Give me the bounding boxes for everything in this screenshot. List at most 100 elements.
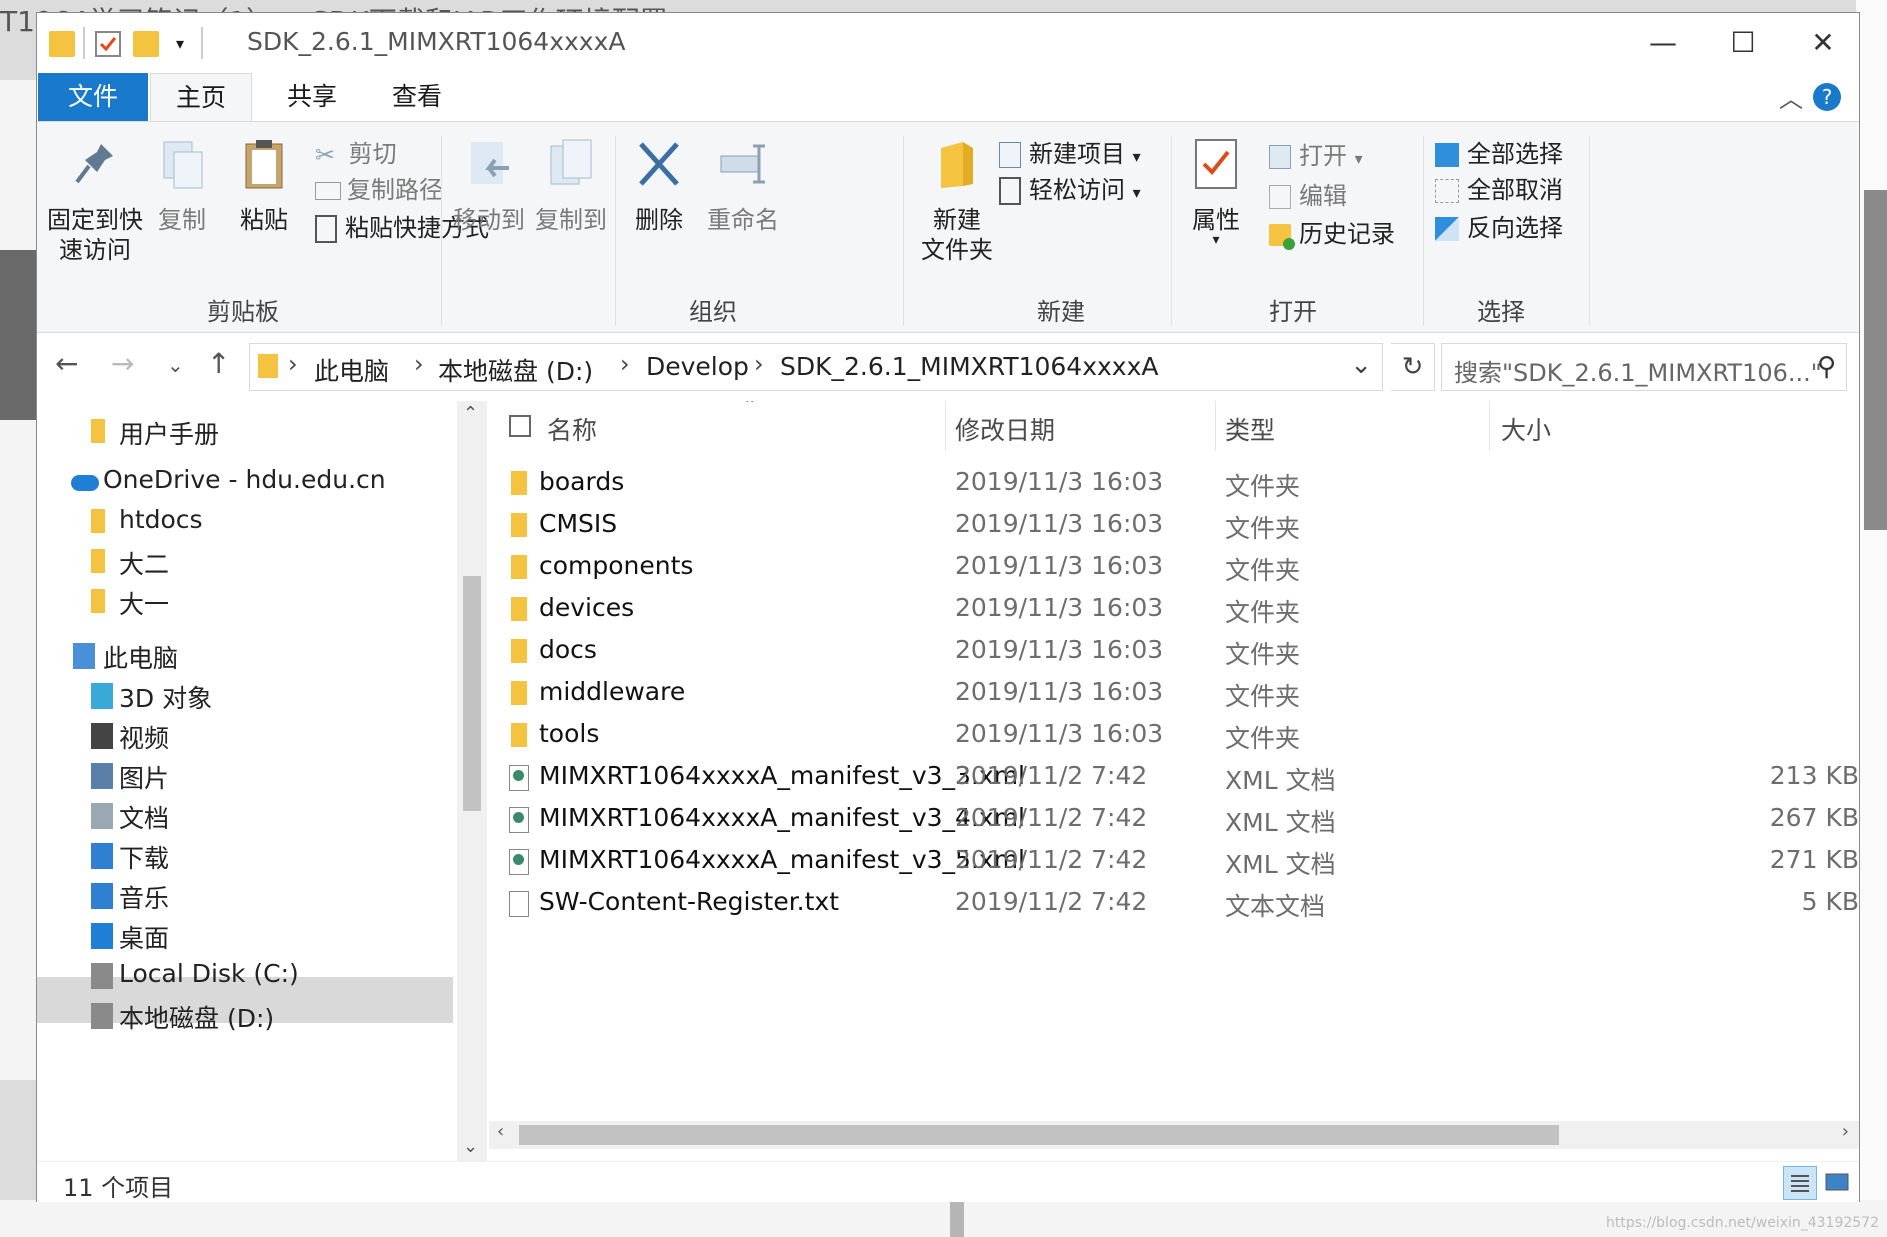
nav-item[interactable]: htdocs [119,505,203,534]
open-button[interactable]: 打开 ▾ [1269,136,1363,171]
copy-path-button[interactable]: 复制路径 [315,170,443,205]
nav-item[interactable]: 3D 对象 [119,679,212,715]
breadcrumb-drive-d[interactable]: 本地磁盘 (D:) [438,352,593,388]
scroll-right-icon[interactable]: › [1842,1121,1849,1142]
column-divider[interactable] [945,401,946,451]
nav-item[interactable]: 音乐 [119,879,169,915]
copy-to-button[interactable]: 复制到 [531,138,611,235]
column-header-size[interactable]: 大小 [1501,411,1551,447]
background-divider [950,1200,964,1237]
move-to-button[interactable]: 移动到 [449,138,529,235]
collapse-ribbon-icon[interactable]: ︿ [1779,79,1803,114]
easy-access-button[interactable]: 轻松访问 ▾ [999,170,1141,205]
nav-item[interactable]: 大二 [119,545,169,581]
scroll-up-icon[interactable]: ⌃ [463,403,478,424]
horizontal-scroll-thumb[interactable] [519,1125,1559,1145]
recent-locations-chevron-icon[interactable]: ⌄ [167,353,184,377]
breadcrumb-chevron-icon[interactable]: › [288,350,298,378]
nav-scroll-thumb[interactable] [463,576,481,811]
breadcrumb-chevron-icon[interactable]: › [754,350,764,378]
search-input[interactable]: 搜索"SDK_2.6.1_MIMXRT106..." [1454,353,1822,388]
up-arrow-icon[interactable]: ↑ [207,347,230,380]
table-row[interactable]: components 2019/11/3 16:03 文件夹 [489,547,1859,589]
rename-icon [720,144,765,184]
tab-view[interactable]: 查看 [367,73,467,121]
nav-item[interactable]: Local Disk (C:) [119,959,299,988]
nav-item[interactable]: 视频 [119,719,169,755]
column-divider[interactable] [1489,401,1490,451]
breadcrumb-chevron-icon[interactable]: › [414,350,424,378]
table-row[interactable]: docs 2019/11/3 16:03 文件夹 [489,631,1859,673]
nav-item[interactable]: 大一 [119,585,169,621]
horizontal-scrollbar[interactable]: ‹ › [489,1121,1859,1149]
new-folder-quick-icon[interactable] [133,31,159,57]
close-button[interactable]: ✕ [1793,23,1853,63]
window-title: SDK_2.6.1_MIMXRT1064xxxxA [247,27,626,56]
details-view-icon[interactable] [1783,1166,1817,1200]
cut-button[interactable]: ✂ 剪切 [315,134,397,169]
table-row[interactable]: SW-Content-Register.txt 2019/11/2 7:42 文本文… [489,883,1859,925]
select-all-checkbox[interactable] [509,415,531,437]
select-none-label: 全部取消 [1467,176,1563,204]
table-row[interactable]: middleware 2019/11/3 16:03 文件夹 [489,673,1859,715]
select-none-icon [1435,179,1459,203]
invert-selection-button[interactable]: 反向选择 [1435,208,1563,243]
column-divider[interactable] [1215,401,1216,451]
scroll-down-icon[interactable]: ⌄ [463,1136,478,1157]
new-folder-button[interactable]: 新建 文件夹 [915,138,999,265]
rename-button[interactable]: 重命名 [701,138,785,235]
refresh-icon[interactable]: ↻ [1391,343,1435,391]
search-box[interactable]: 搜索"SDK_2.6.1_MIMXRT106..." ⚲ [1441,343,1847,391]
select-none-button[interactable]: 全部取消 [1435,170,1563,205]
file-name: MIMXRT1064xxxxA_manifest_v3_5.xml [539,845,1025,874]
properties-button[interactable]: 属性 ▾ [1179,138,1253,247]
large-icons-view-icon[interactable] [1821,1166,1855,1200]
table-row[interactable]: MIMXRT1064xxxxA_manifest_v3_3.xml 2019/11… [489,757,1859,799]
delete-button[interactable]: 删除 [621,138,697,235]
breadcrumb-develop[interactable]: Develop [646,352,749,381]
nav-item[interactable]: OneDrive - hdu.edu.cn [103,465,386,494]
copy-button[interactable]: 复制 [147,138,217,235]
column-header-name[interactable]: 名称 [547,411,597,447]
nav-item[interactable]: 下载 [119,839,169,875]
table-row[interactable]: tools 2019/11/3 16:03 文件夹 [489,715,1859,757]
nav-item[interactable]: 此电脑 [103,639,178,675]
edit-button[interactable]: 编辑 [1269,176,1347,211]
search-icon[interactable]: ⚲ [1817,352,1836,382]
maximize-button[interactable]: ☐ [1713,23,1773,63]
column-header-date[interactable]: 修改日期 [955,411,1055,447]
help-icon[interactable]: ? [1813,83,1841,111]
breadcrumb-chevron-icon[interactable]: › [620,350,630,378]
table-row[interactable]: MIMXRT1064xxxxA_manifest_v3_5.xml 2019/11… [489,841,1859,883]
tab-file[interactable]: 文件 [38,73,148,121]
table-row[interactable]: MIMXRT1064xxxxA_manifest_v3_4.xml 2019/11… [489,799,1859,841]
breadcrumb-sdk-folder[interactable]: SDK_2.6.1_MIMXRT1064xxxxA [780,352,1159,381]
paste-button[interactable]: 粘贴 [229,138,299,235]
scroll-left-icon[interactable]: ‹ [497,1121,504,1142]
address-bar[interactable]: › 此电脑 › 本地磁盘 (D:) › Develop › SDK_2.6.1_… [249,343,1383,391]
properties-quick-icon[interactable] [95,31,121,57]
column-header-type[interactable]: 类型 [1225,411,1275,447]
explorer-window: ▾ SDK_2.6.1_MIMXRT1064xxxxA — ☐ ✕ 文件 主页 … [36,12,1860,1202]
select-all-button[interactable]: 全部选择 [1435,134,1563,169]
address-history-chevron-icon[interactable]: ⌄ [1350,350,1372,380]
nav-item[interactable]: 桌面 [119,919,169,955]
new-item-button[interactable]: 新建项目 ▾ [999,134,1141,169]
table-row[interactable]: CMSIS 2019/11/3 16:03 文件夹 [489,505,1859,547]
nav-item[interactable]: 用户手册 [119,415,219,451]
table-row[interactable]: devices 2019/11/3 16:03 文件夹 [489,589,1859,631]
back-arrow-icon[interactable]: ← [55,347,78,380]
breadcrumb-this-pc[interactable]: 此电脑 [314,352,389,388]
nav-item[interactable]: 本地磁盘 (D:) [119,999,274,1035]
forward-arrow-icon[interactable]: → [111,347,134,380]
nav-item[interactable]: 文档 [119,799,169,835]
pin-to-quick-access-button[interactable]: 固定到快 速访问 [45,138,145,265]
table-row[interactable]: boards 2019/11/3 16:03 文件夹 [489,463,1859,505]
nav-item[interactable]: 图片 [119,759,169,795]
tab-home[interactable]: 主页 [150,73,252,123]
history-button[interactable]: 历史记录 [1269,214,1395,250]
tab-share[interactable]: 共享 [267,73,357,121]
nav-pane-scrollbar[interactable]: ⌃ ⌄ [457,401,487,1161]
customize-toolbar-chevron-icon[interactable]: ▾ [167,31,193,57]
minimize-button[interactable]: — [1633,23,1693,63]
